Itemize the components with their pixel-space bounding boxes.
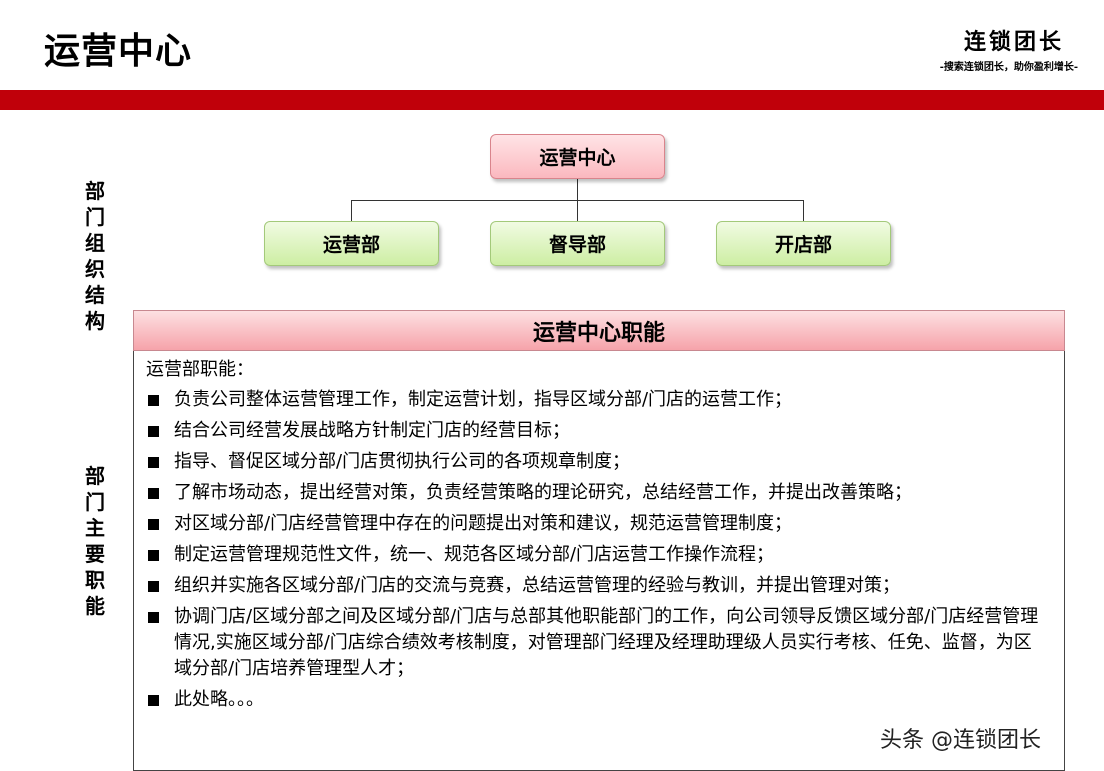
side-label-structure: 部门组织结构 (85, 179, 105, 333)
square-bullet-icon (148, 426, 159, 437)
list-item: 组织并实施各区域分部/门店的交流与竞赛，总结运营管理的经验与教训，并提出管理对策… (146, 573, 1048, 599)
square-bullet-icon (148, 581, 159, 592)
list-item: 负责公司整体运营管理工作，制定运营计划，指导区域分部/门店的运营工作； (146, 387, 1048, 413)
list-item-text: 协调门店/区域分部之间及区域分部/门店与总部其他职能部门的工作，向公司领导反馈区… (174, 606, 1039, 679)
brand-logo-name: 连锁团长 (963, 29, 1064, 55)
list-item-text: 指导、督促区域分部/门店贯彻执行公司的各项规章制度； (174, 451, 631, 472)
duties-intro: 运营部职能： (146, 359, 254, 380)
side-label-duties: 部门主要职能 (85, 464, 105, 618)
list-item: 结合公司经营发展战略方针制定门店的经营目标； (146, 418, 1048, 444)
duties-panel: 运营部职能： 负责公司整体运营管理工作，制定运营计划，指导区域分部/门店的运营工… (133, 351, 1065, 771)
watermark: 头条 @连锁团长 (880, 728, 1041, 753)
page-title: 运营中心 (44, 31, 193, 72)
org-node-operations: 运营部 (264, 221, 439, 266)
list-item: 了解市场动态，提出经营对策，负责经营策略的理论研究，总结经营工作，并提出改善策略… (146, 480, 1048, 506)
list-item-text: 组织并实施各区域分部/门店的交流与竞赛，总结运营管理的经验与教训，并提出管理对策… (174, 575, 901, 596)
square-bullet-icon (148, 695, 159, 706)
list-item-text: 了解市场动态，提出经营对策，负责经营策略的理论研究，总结经营工作，并提出改善策略… (174, 482, 912, 503)
duties-header: 运营中心职能 (133, 310, 1065, 351)
org-node-store-opening: 开店部 (716, 221, 891, 266)
square-bullet-icon (148, 457, 159, 468)
list-item-text: 对区域分部/门店经营管理中存在的问题提出对策和建议，规范运营管理制度； (174, 513, 793, 534)
list-item-text: 制定运营管理规范性文件，统一、规范各区域分部/门店运营工作操作流程； (174, 544, 775, 565)
list-item-text: 结合公司经营发展战略方针制定门店的经营目标； (174, 420, 570, 441)
list-item: 制定运营管理规范性文件，统一、规范各区域分部/门店运营工作操作流程； (146, 542, 1048, 568)
list-item: 协调门店/区域分部之间及区域分部/门店与总部其他职能部门的工作，向公司领导反馈区… (146, 604, 1048, 682)
list-item-text: 此处略。。。 (174, 689, 264, 710)
square-bullet-icon (148, 395, 159, 406)
square-bullet-icon (148, 550, 159, 561)
org-connector-child-2 (577, 200, 578, 221)
header-divider-bar (0, 90, 1104, 110)
list-item: 指导、督促区域分部/门店贯彻执行公司的各项规章制度； (146, 449, 1048, 475)
org-connector-child-1 (351, 200, 352, 221)
org-connector-child-3 (803, 200, 804, 221)
duties-list: 负责公司整体运营管理工作，制定运营计划，指导区域分部/门店的运营工作； 结合公司… (146, 387, 1048, 713)
list-item-text: 负责公司整体运营管理工作，制定运营计划，指导区域分部/门店的运营工作； (174, 389, 793, 410)
list-item: 此处略。。。 (146, 687, 1048, 713)
square-bullet-icon (148, 612, 159, 623)
brand-slogan: -搜索连锁团长，助你盈利增长- (939, 62, 1078, 73)
org-node-supervision: 督导部 (490, 221, 665, 266)
square-bullet-icon (148, 519, 159, 530)
list-item: 对区域分部/门店经营管理中存在的问题提出对策和建议，规范运营管理制度； (146, 511, 1048, 537)
org-connector-root-down (577, 179, 578, 200)
square-bullet-icon (148, 488, 159, 499)
org-node-root: 运营中心 (490, 134, 665, 179)
